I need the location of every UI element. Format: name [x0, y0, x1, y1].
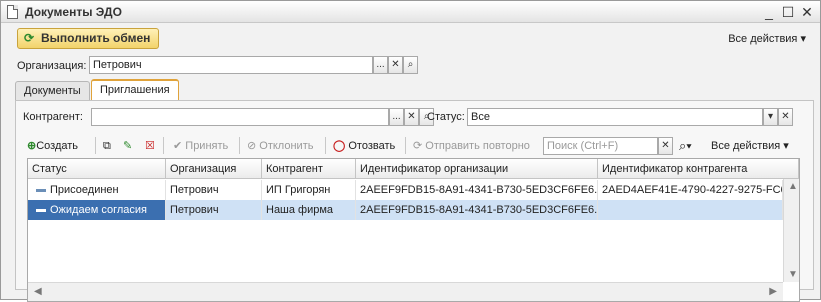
search-icon[interactable]: ⌕▾ — [679, 137, 692, 155]
chevron-down-icon: ▾ — [800, 33, 806, 45]
scroll-right-icon[interactable]: ▶ — [769, 286, 777, 297]
resend-label: Отправить повторно — [425, 140, 530, 152]
form-content: ⟳ Выполнить обмен Все действия ▾ Организа… — [7, 24, 814, 302]
title-bar: Документы ЭДО _ ☐ ✕ — [1, 1, 820, 23]
table-row[interactable]: Присоединен Петрович ИП Григорян 2AEEF9F… — [28, 180, 783, 200]
refresh-icon: ⟳ — [24, 31, 35, 45]
divider — [405, 137, 406, 154]
document-icon — [7, 5, 18, 19]
select-button[interactable]: ... — [389, 108, 404, 126]
organization-label: Организация: — [17, 60, 87, 72]
no-icon: ⊘ — [247, 140, 257, 152]
scroll-up-icon[interactable]: ▲ — [788, 181, 798, 192]
add-icon: ⊕ — [27, 140, 37, 152]
resend-button[interactable]: ⟳ Отправить повторно — [413, 137, 530, 155]
window: Документы ЭДО _ ☐ ✕ ⟳ Выполнить обмен Все… — [0, 0, 821, 302]
refresh-icon: ⟳ — [413, 140, 423, 152]
invitations-table[interactable]: Статус Организация Контрагент Идентифика… — [27, 158, 800, 302]
divider — [95, 137, 96, 154]
close-button[interactable]: ✕ — [798, 3, 816, 21]
divider — [325, 137, 326, 154]
status-cell: Ожидаем согласия — [28, 200, 166, 220]
organization-field[interactable]: Петрович — [89, 56, 373, 74]
organization-cell: Петрович — [166, 200, 262, 220]
chevron-down-icon[interactable]: ▾ — [763, 108, 778, 126]
tab-documents[interactable]: Документы — [15, 81, 90, 100]
copy-icon[interactable]: ⧉ — [103, 137, 111, 155]
accept-button[interactable]: ✔ Принять — [173, 137, 228, 155]
counterparty-cell: ИП Григорян — [262, 180, 356, 200]
status-icon — [36, 208, 46, 212]
table-header: Статус Организация Контрагент Идентифика… — [28, 159, 799, 179]
edit-icon[interactable]: ✎ — [123, 137, 132, 155]
org-id-cell: 2AEEF9FDB15-8A91-4341-B730-5ED3CF6FE6... — [356, 180, 598, 200]
reject-label: Отклонить — [259, 140, 314, 152]
status-cell: Присоединен — [28, 180, 166, 200]
column-header-status[interactable]: Статус — [28, 159, 166, 179]
counterparty-id-cell — [598, 200, 783, 220]
table-row-selected[interactable]: Ожидаем согласия Петрович Наша фирма 2AE… — [28, 200, 783, 220]
tab-invitations[interactable]: Приглашения — [91, 79, 179, 100]
clear-icon[interactable]: ✕ — [778, 108, 793, 126]
open-icon[interactable]: ⌕ — [403, 56, 418, 74]
clear-icon[interactable]: ✕ — [404, 108, 419, 126]
status-icon — [36, 188, 46, 192]
column-header-organization[interactable]: Организация — [166, 159, 262, 179]
all-actions-label: Все действия — [711, 140, 781, 152]
clear-icon[interactable]: ✕ — [388, 56, 403, 74]
horizontal-scrollbar[interactable]: ◀ ▶ — [28, 282, 783, 301]
revoke-icon: ◯ — [333, 140, 346, 152]
column-header-org-id[interactable]: Идентификатор организации — [356, 159, 598, 179]
minimize-button[interactable]: _ — [760, 3, 778, 21]
exchange-button[interactable]: ⟳ Выполнить обмен — [17, 28, 159, 49]
create-button[interactable]: ⊕Создать — [27, 137, 78, 155]
delete-icon[interactable]: ☒ — [145, 137, 155, 155]
divider — [239, 137, 240, 154]
counterparty-cell: Наша фирма — [262, 200, 356, 220]
maximize-button[interactable]: ☐ — [779, 3, 797, 21]
all-actions-menu-top[interactable]: Все действия ▾ — [728, 32, 806, 45]
create-label: Создать — [36, 140, 79, 152]
search-input[interactable]: Поиск (Ctrl+F) — [543, 137, 658, 155]
exchange-button-label: Выполнить обмен — [41, 31, 151, 45]
counterparty-field[interactable] — [91, 108, 389, 126]
window-title: Документы ЭДО — [25, 5, 122, 19]
chevron-down-icon: ▾ — [783, 140, 789, 152]
divider — [163, 137, 164, 154]
status-text: Присоединен — [50, 184, 119, 196]
check-icon: ✔ — [173, 140, 183, 152]
select-button[interactable]: ... — [373, 56, 388, 74]
status-text: Ожидаем согласия — [50, 204, 147, 216]
vertical-scrollbar[interactable]: ▲ ▼ — [783, 179, 799, 282]
all-actions-menu[interactable]: Все действия ▾ — [711, 137, 789, 155]
clear-search-icon[interactable]: ✕ — [658, 137, 673, 155]
organization-cell: Петрович — [166, 180, 262, 200]
revoke-button[interactable]: ◯ Отозвать — [333, 137, 395, 155]
status-field[interactable]: Все — [467, 108, 763, 126]
column-header-counterparty-id[interactable]: Идентификатор контрагента — [598, 159, 799, 179]
org-id-cell: 2AEEF9FDB15-8A91-4341-B730-5ED3CF6FE6... — [356, 200, 598, 220]
status-label: Статус: — [427, 111, 465, 123]
scroll-left-icon[interactable]: ◀ — [34, 286, 42, 297]
reject-button[interactable]: ⊘ Отклонить — [247, 137, 313, 155]
all-actions-label: Все действия — [728, 33, 798, 45]
column-header-counterparty[interactable]: Контрагент — [262, 159, 356, 179]
scroll-down-icon[interactable]: ▼ — [788, 269, 798, 280]
counterparty-label: Контрагент: — [23, 111, 83, 123]
revoke-label: Отозвать — [348, 140, 396, 152]
accept-label: Принять — [185, 140, 229, 152]
counterparty-id-cell: 2AED4AEF41E-4790-4227-9275-FC6A — [598, 180, 783, 200]
